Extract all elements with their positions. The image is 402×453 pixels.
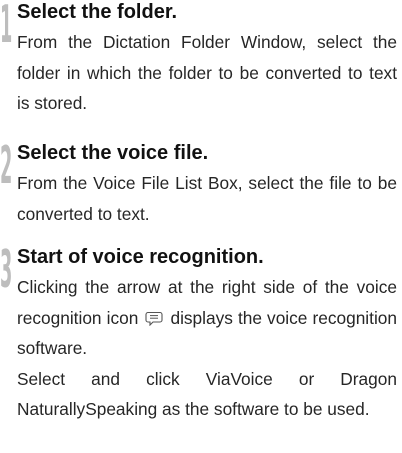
step-paragraph: Select and click ViaVoice or Dragon Natu… [17, 368, 397, 420]
step-number: 3 [0, 240, 13, 300]
step-title: Start of voice recognition. [17, 246, 264, 268]
step-number: 1 [0, 0, 13, 55]
step-title: Select the folder. [17, 1, 178, 23]
voice-recognition-icon [145, 311, 163, 326]
step-body: From the Dictation Folder Window, select… [17, 32, 397, 113]
step-number: 2 [0, 136, 13, 196]
step-title: Select the voice file. [17, 142, 209, 164]
step-body: Clicking the arrow at the right side of … [17, 272, 397, 425]
step-body: From the Voice File List Box, select the… [17, 173, 397, 224]
step-paragraph: Clicking the arrow at the right side of … [17, 272, 397, 364]
